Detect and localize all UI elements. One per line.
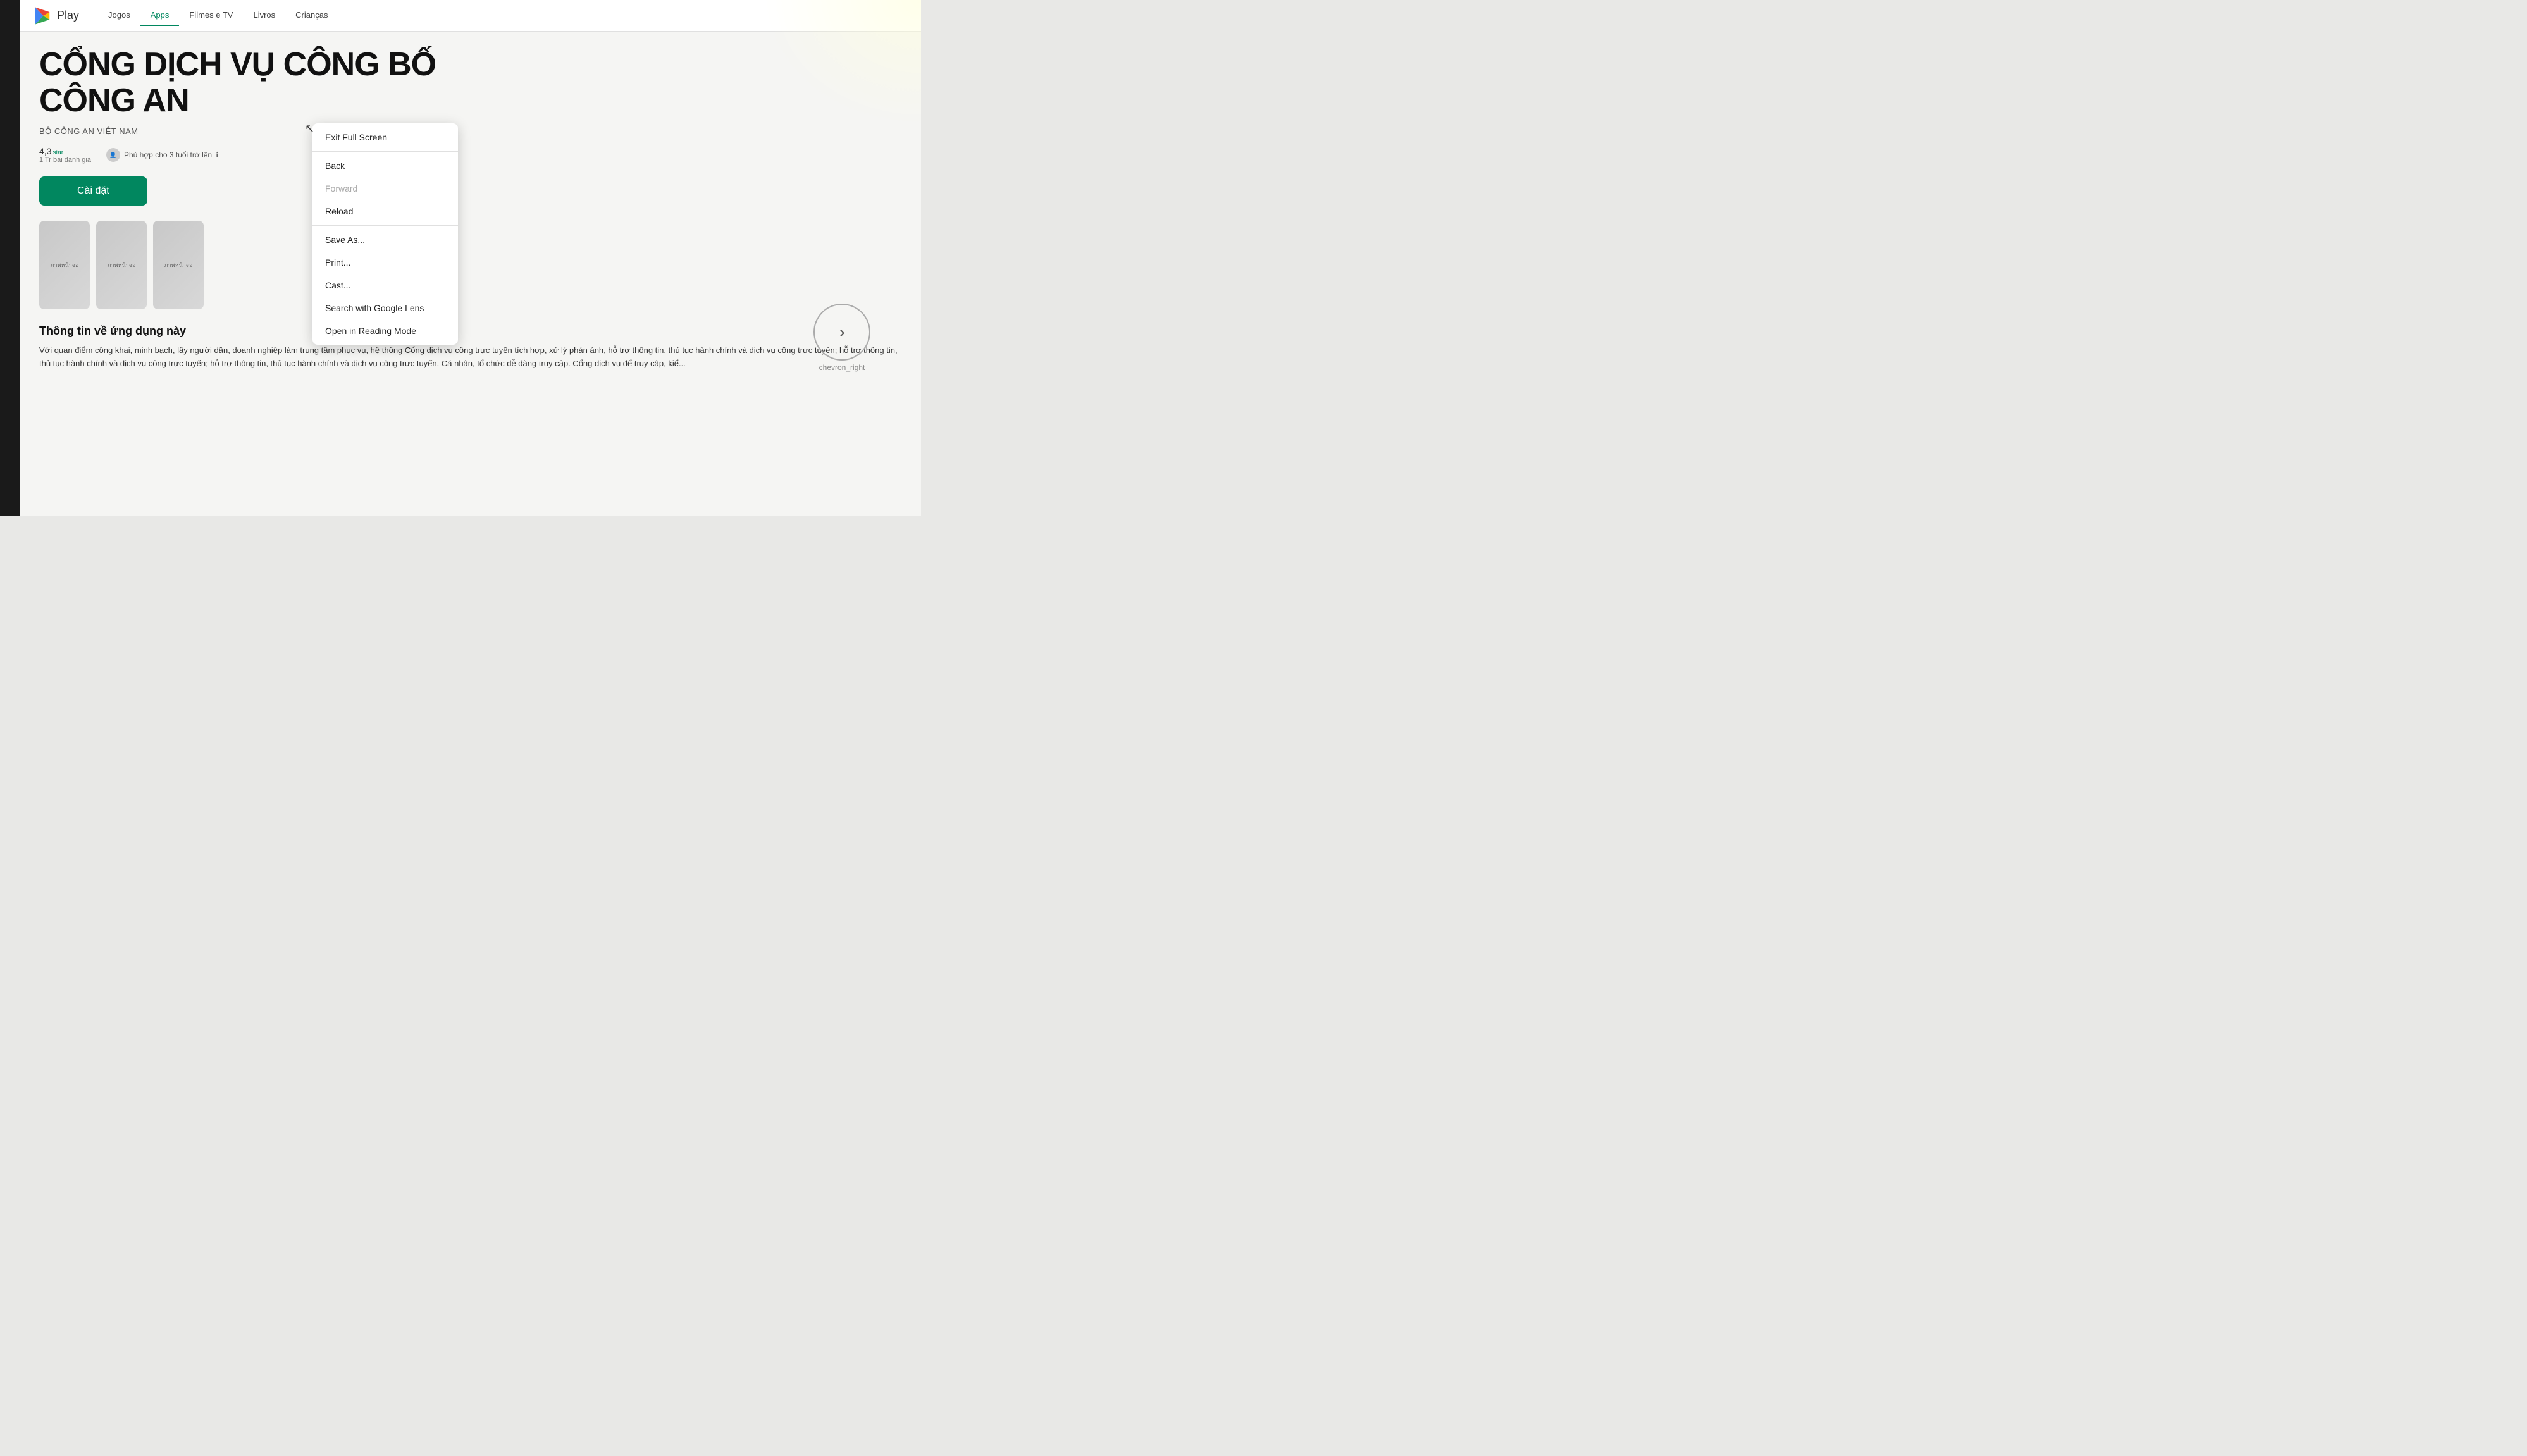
age-icon: 👤 — [106, 148, 120, 162]
age-block: 👤 Phù hợp cho 3 tuổi trở lên ℹ — [106, 148, 219, 162]
tablet-bezel — [0, 0, 20, 516]
install-button[interactable]: Cài đặt — [39, 176, 147, 206]
screenshot-3: ภาพหน้าจอ — [153, 221, 204, 309]
play-logo-icon — [33, 6, 52, 25]
app-title: CỔNG DỊCH VỤ CÔNG BỐ CÔNG AN — [39, 47, 902, 119]
screenshots-row: ภาพหน้าจอ ภาพหน้าจอ ภาพหน้าจอ — [39, 221, 902, 309]
rating-count: 1 Tr bài đánh giá — [39, 156, 91, 164]
context-menu-item-exit-fullscreen[interactable]: Exit Full Screen — [312, 126, 458, 149]
play-logo-text: Play — [57, 9, 79, 22]
nav-filmes[interactable]: Filmes e TV — [179, 5, 243, 26]
play-logo[interactable]: Play — [33, 6, 79, 25]
context-menu-item-cast[interactable]: Cast... — [312, 274, 458, 297]
screenshot-2: ภาพหน้าจอ — [96, 221, 147, 309]
age-label: Phù hợp cho 3 tuổi trở lên — [124, 151, 212, 159]
app-content: CỔNG DỊCH VỤ CÔNG BỐ CÔNG AN BỘ CÔNG AN … — [20, 32, 921, 386]
app-info-section: Thông tin về ứng dụng này Với quan điểm … — [39, 324, 902, 371]
context-menu-item-save-as[interactable]: Save As... — [312, 228, 458, 251]
app-title-line1: CỔNG DỊCH VỤ CÔNG BỐ — [39, 47, 902, 83]
nav-jogos[interactable]: Jogos — [98, 5, 140, 26]
play-navigation: Jogos Apps Filmes e TV Livros Crianças — [98, 5, 338, 26]
app-title-line2: CÔNG AN — [39, 83, 902, 119]
rating-block: 4,3star 1 Tr bài đánh giá — [39, 146, 91, 164]
chevron-right-label: chevron_right — [813, 363, 870, 372]
cursor-pointer: ↖ — [305, 122, 314, 135]
context-menu-item-reload[interactable]: Reload — [312, 200, 458, 223]
rating-number: 4,3star — [39, 146, 63, 156]
context-menu-item-forward: Forward — [312, 177, 458, 200]
context-menu-divider-1 — [312, 151, 458, 152]
nav-apps[interactable]: Apps — [140, 5, 180, 26]
app-developer: BỘ CÔNG AN VIỆT NAM — [39, 126, 902, 136]
context-menu-item-search-google-lens[interactable]: Search with Google Lens — [312, 297, 458, 319]
screenshot-1: ภาพหน้าจอ — [39, 221, 90, 309]
chevron-right-icon: › — [839, 322, 844, 342]
context-menu-item-print[interactable]: Print... — [312, 251, 458, 274]
context-menu-item-back[interactable]: Back — [312, 154, 458, 177]
context-menu-item-reading-mode[interactable]: Open in Reading Mode — [312, 319, 458, 342]
nav-criancas[interactable]: Crianças — [285, 5, 338, 26]
nav-livros[interactable]: Livros — [243, 5, 285, 26]
context-menu-divider-2 — [312, 225, 458, 226]
chevron-right-area[interactable]: › chevron_right — [813, 304, 870, 372]
age-info-icon: ℹ — [216, 151, 219, 159]
play-header: Play Jogos Apps Filmes e TV Livros Crian… — [20, 0, 921, 32]
app-info-title: Thông tin về ứng dụng này — [39, 324, 902, 338]
main-content-area: Play Jogos Apps Filmes e TV Livros Crian… — [20, 0, 921, 516]
exit-fullscreen-label: Exit Full Screen — [325, 132, 387, 142]
chevron-right-circle[interactable]: › — [813, 304, 870, 361]
app-info-text: Với quan điểm công khai, minh bạch, lấy … — [39, 344, 902, 371]
context-menu: Exit Full Screen Back Forward Reload Sav… — [312, 123, 458, 345]
app-meta: 4,3star 1 Tr bài đánh giá 👤 Phù hợp cho … — [39, 146, 902, 164]
